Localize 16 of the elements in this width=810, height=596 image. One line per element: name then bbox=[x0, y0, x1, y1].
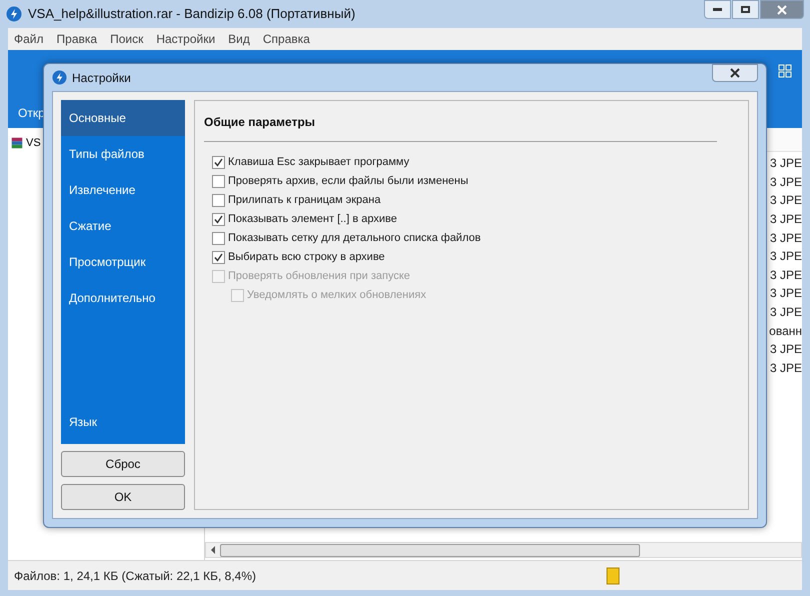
window-title: VSA_help&illustration.rar - Bandizip 6.08 (Портативный) bbox=[28, 5, 356, 24]
status-text: Файлов: 1, 24,1 КБ (Сжатый: 22,1 КБ, 8,4%) bbox=[14, 568, 256, 584]
table-cell-text: 3 JPE bbox=[770, 360, 802, 377]
table-cell-text: 3 JPE bbox=[770, 285, 802, 302]
table-cell-text: 3 JPE bbox=[770, 230, 802, 247]
dialog-title: Настройки bbox=[72, 70, 131, 86]
table-cell-text: ованн bbox=[769, 322, 802, 340]
table-cell-text: 3 JPE bbox=[770, 248, 802, 266]
table-cell-text: 3 JPE bbox=[770, 266, 802, 284]
table-cell-text: 3 JPE bbox=[770, 304, 802, 322]
table-cell-text: 3 JPE bbox=[770, 174, 802, 191]
table-cell-text: 3 JPE bbox=[770, 341, 802, 358]
section-title: Общие параметры bbox=[204, 114, 316, 131]
table-cell-text: 3 JPE bbox=[770, 211, 802, 228]
table-cell-text: 3 JPE bbox=[770, 192, 802, 210]
table-cell-text: 3 JPE bbox=[770, 155, 802, 172]
